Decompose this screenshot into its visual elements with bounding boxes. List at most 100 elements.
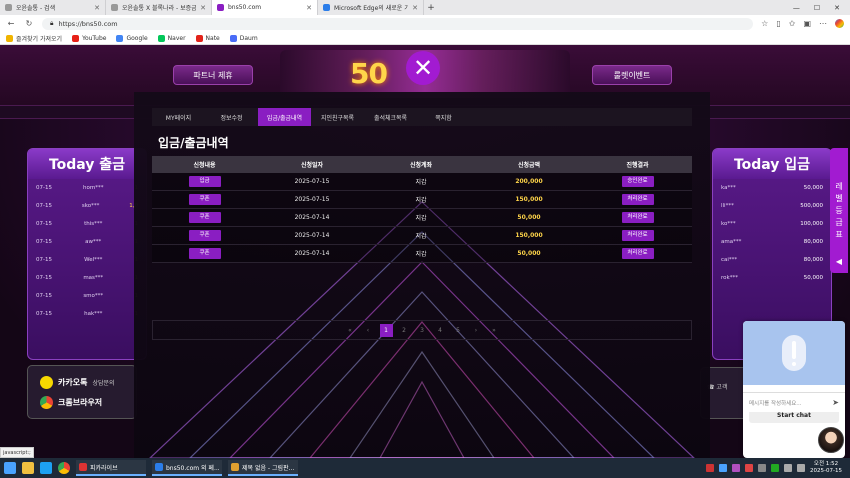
status-bar-text: javascript:; [0, 447, 34, 458]
favorites-icon[interactable]: ✩ [789, 19, 796, 28]
withdraw-row: 07-15smo***1 [36, 293, 138, 299]
bookmark-import[interactable]: 즐겨찾기 가져오기 [6, 34, 62, 43]
chrome-icon[interactable] [58, 462, 70, 474]
url-field[interactable]: 🔒︎ https://bns50.com [42, 17, 754, 30]
bookmark-youtube[interactable]: YouTube [72, 34, 106, 42]
request-amount: 150,000 [515, 196, 543, 203]
page-button[interactable]: 4 [434, 324, 447, 337]
kakao-tray-icon[interactable] [771, 464, 780, 472]
request-account: 지갑 [415, 197, 427, 204]
chat-agent-avatar[interactable] [818, 427, 844, 453]
new-tab-button[interactable]: + [424, 0, 438, 15]
first-page-button[interactable]: « [344, 324, 357, 337]
app-icon [79, 463, 87, 471]
chrome-download[interactable]: 크롬브라우저 [40, 392, 124, 412]
close-icon[interactable]: ✕ [306, 4, 312, 12]
tab-attendance[interactable]: 출석체크목록 [364, 108, 417, 126]
split-icon[interactable]: ▯ [776, 19, 780, 28]
bookmark-daum[interactable]: Daum [229, 34, 258, 42]
modal-close-button[interactable]: ✕ [406, 51, 440, 85]
contact-box: 카카오톡 상담문의 크롬브라우저 [27, 365, 137, 419]
mic-icon[interactable] [745, 464, 754, 472]
mypage-tabs: MY페이지 정보수정 입금/출금내역 지인친구목록 출석체크목록 쪽지함 [152, 108, 692, 126]
bookmark-naver[interactable]: Naver [157, 34, 186, 42]
deposit-row: rok*** 50,000 [721, 275, 823, 281]
roulette-event-button[interactable]: 룰렛이벤트 [592, 65, 672, 85]
bookmark-nate[interactable]: Nate [195, 34, 220, 42]
request-type-badge: 쿠폰 [188, 212, 221, 223]
withdraw-row: 07-15aw***1 [36, 239, 138, 245]
window-controls: — ☐ ✕ [793, 0, 850, 15]
request-amount: 200,000 [515, 178, 543, 185]
close-icon[interactable]: ✕ [412, 4, 418, 12]
request-amount: 50,000 [517, 214, 541, 221]
network-icon[interactable] [784, 464, 793, 472]
tray-app-icon[interactable] [719, 464, 728, 472]
taskbar-app-1[interactable]: 피카라이브 [76, 460, 146, 476]
browser-tab-4[interactable]: Microsoft Edge의 새로운 기능 ✕ [318, 0, 424, 15]
panel-title: Today 입금 [713, 149, 831, 179]
tab-deposit-withdraw[interactable]: 입금/출금내역 [258, 108, 311, 126]
pagination: « ‹ 1 2 3 4 5 › » [152, 320, 692, 340]
request-account: 지갑 [415, 233, 427, 240]
tab-mypage[interactable]: MY페이지 [152, 108, 205, 126]
volume-icon[interactable] [797, 464, 806, 472]
next-page-button[interactable]: › [470, 324, 483, 337]
level-table-tab[interactable]: 레 벨 등 급 표 [830, 148, 848, 273]
last-page-button[interactable]: » [488, 324, 501, 337]
browser-tab-3[interactable]: bns50.com ✕ [212, 0, 318, 15]
column-header: 신청일자 [300, 162, 324, 169]
file-explorer-icon[interactable] [22, 462, 34, 474]
taskbar-app-3[interactable]: 제목 없음 - 그림판... [228, 460, 298, 476]
tab-messages[interactable]: 쪽지함 [417, 108, 470, 126]
star-icon[interactable]: ☆ [761, 19, 768, 28]
system-clock[interactable]: 오전 1:52 2025-07-15 [810, 461, 846, 475]
bookmark-google[interactable]: Google [116, 34, 148, 42]
taskbar-app-2[interactable]: bns50.com 외 페... [152, 460, 222, 476]
tray-app-icon[interactable] [758, 464, 767, 472]
page-button[interactable]: 2 [398, 324, 411, 337]
withdraw-row: 07-15hak***1 [36, 311, 138, 317]
windows-start-icon[interactable] [4, 462, 16, 474]
exclamation-icon [782, 335, 806, 371]
minimize-icon[interactable]: — [793, 4, 800, 12]
edge-icon [323, 4, 330, 11]
google-icon [116, 34, 124, 42]
site-logo[interactable]: 50 [350, 57, 388, 90]
request-date: 2025-07-15 [294, 196, 330, 203]
collections-icon[interactable]: ▣ [803, 19, 811, 28]
system-tray: 오전 1:52 2025-07-15 [706, 461, 846, 475]
table-row: 쿠폰 2025-07-15 지갑 150,000 처리완료 [152, 191, 692, 209]
tab-friend-list[interactable]: 지인친구목록 [311, 108, 364, 126]
tab-edit-info[interactable]: 정보수정 [205, 108, 258, 126]
close-icon[interactable]: ✕ [200, 4, 206, 12]
toolbar-icons: ☆ ▯ ✩ ▣ ⋯ [761, 19, 844, 28]
kakao-contact[interactable]: 카카오톡 상담문의 [40, 372, 124, 392]
edge-icon [155, 463, 163, 471]
copilot-icon[interactable] [835, 19, 844, 28]
bird-app-icon[interactable] [40, 462, 52, 474]
prev-page-button[interactable]: ‹ [362, 324, 375, 337]
page-button[interactable]: 5 [452, 324, 465, 337]
table-row: 쿠폰 2025-07-14 지갑 150,000 처리완료 [152, 227, 692, 245]
close-icon[interactable]: ✕ [94, 4, 100, 12]
page-button[interactable]: 3 [416, 324, 429, 337]
menu-icon[interactable]: ⋯ [819, 19, 827, 28]
back-icon[interactable]: ← [6, 19, 16, 28]
page-button[interactable]: 1 [379, 323, 393, 337]
nate-icon [195, 34, 203, 42]
partner-button[interactable]: 파트너 제휴 [173, 65, 253, 85]
refresh-icon[interactable]: ↻ [24, 19, 34, 28]
browser-tab-2[interactable]: 오윤솔통 X 블록나라 - 보증금 2억✕ [106, 0, 212, 15]
tray-app-icon[interactable] [732, 464, 741, 472]
table-row: 쿠폰 2025-07-14 지갑 50,000 처리완료 [152, 245, 692, 263]
close-window-icon[interactable]: ✕ [834, 4, 840, 12]
send-icon[interactable]: ➤ [832, 398, 839, 407]
tray-app-icon[interactable] [706, 464, 715, 472]
browser-tab-1[interactable]: 오윤솔통 - 검색 ✕ [0, 0, 106, 15]
chat-input[interactable]: 메시지를 작성하세요... ➤ [743, 392, 845, 412]
column-header: 신청내용 [193, 162, 216, 169]
deposit-row: ka*** 50,000 [721, 185, 823, 191]
arrow-left-icon[interactable]: ◀ [830, 257, 848, 273]
maximize-icon[interactable]: ☐ [814, 4, 820, 12]
